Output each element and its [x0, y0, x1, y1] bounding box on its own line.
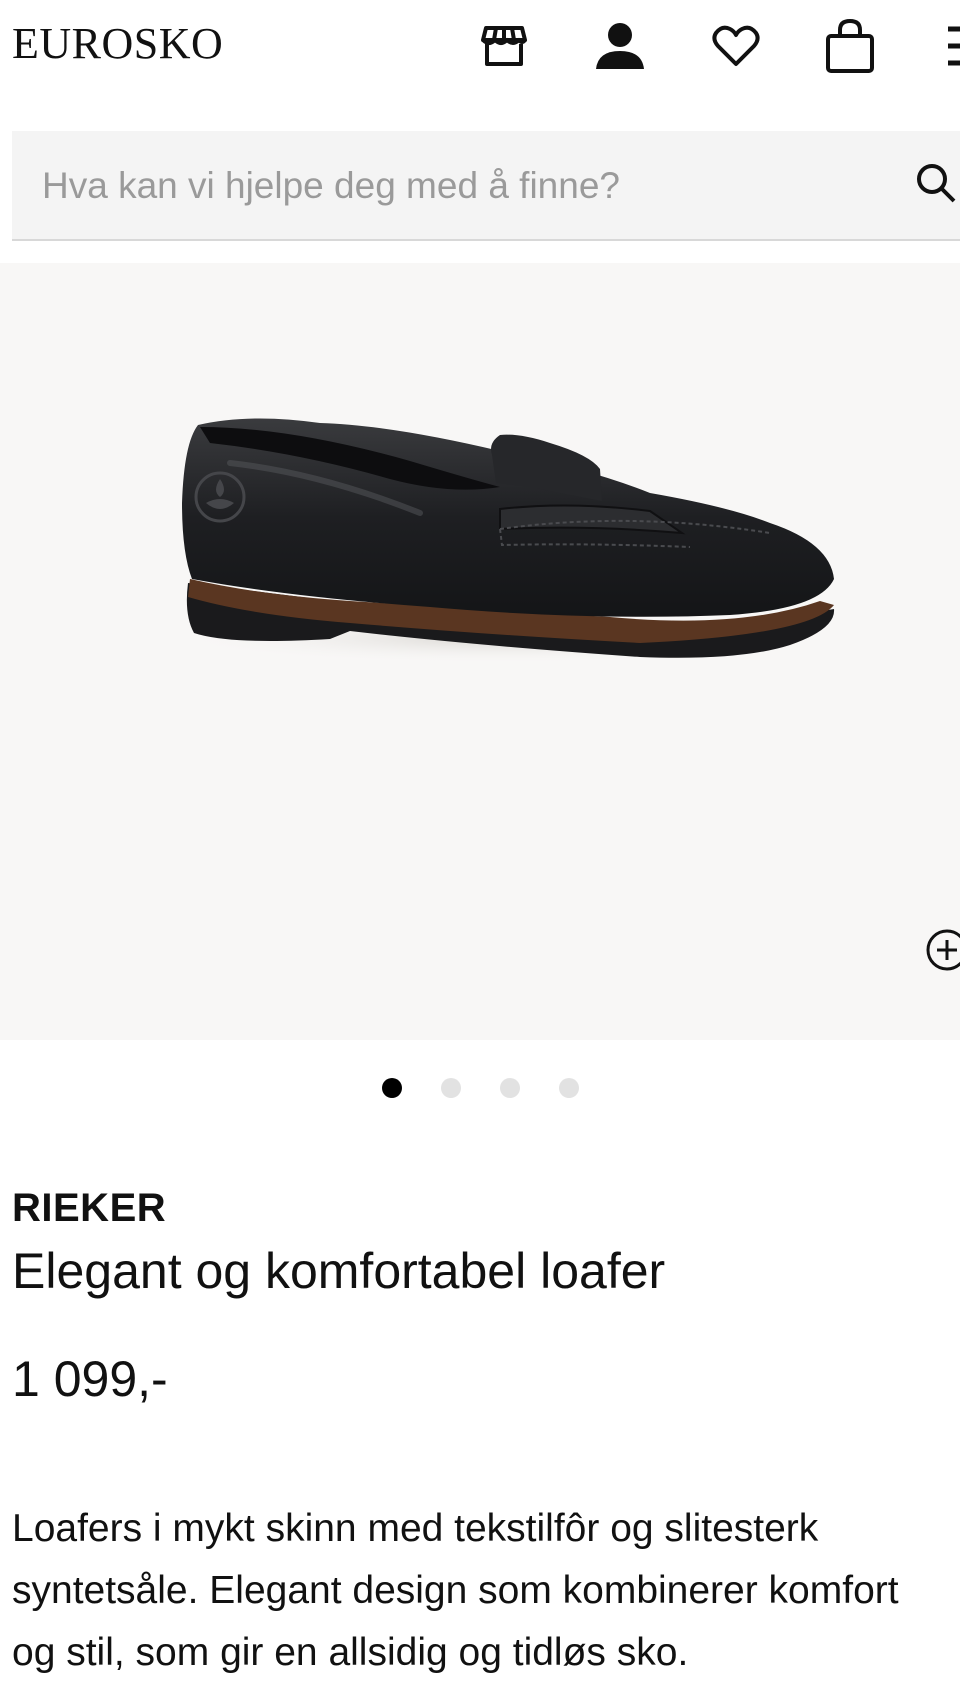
- gallery-pagination: [0, 1078, 960, 1100]
- product-title: Elegant og komfortabel loafer: [12, 1243, 666, 1299]
- product-gallery[interactable]: [0, 263, 960, 1040]
- heart-icon[interactable]: [708, 18, 764, 74]
- zoom-in-icon[interactable]: [924, 927, 960, 973]
- menu-icon[interactable]: [930, 18, 960, 74]
- product-description: Loafers i mykt skinn med tekstilfôr og s…: [12, 1507, 899, 1674]
- gallery-dot-1[interactable]: [381, 1078, 402, 1098]
- search-input[interactable]: [42, 159, 902, 213]
- account-icon[interactable]: [592, 18, 648, 74]
- store-icon[interactable]: [476, 18, 532, 74]
- shopping-bag-icon[interactable]: [822, 18, 878, 74]
- product-price: 1 099,-: [12, 1351, 168, 1407]
- gallery-dot-3[interactable]: [499, 1078, 520, 1098]
- eurosko-logo[interactable]: EUROSKO: [12, 22, 223, 66]
- gallery-dot-2[interactable]: [440, 1078, 461, 1098]
- gallery-dot-4[interactable]: [558, 1078, 579, 1098]
- product-brand[interactable]: RIEKER: [12, 1186, 166, 1230]
- site-header: EUROSKO: [0, 0, 960, 92]
- product-image[interactable]: [170, 383, 850, 683]
- search-icon[interactable]: [914, 161, 960, 215]
- search-bar: [12, 131, 960, 241]
- product-page: EUROSKO Hva kan vi hjelpe deg med å finn…: [0, 0, 960, 1703]
